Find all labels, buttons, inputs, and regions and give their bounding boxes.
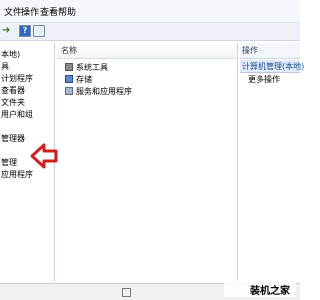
tree-item-system-tools[interactable]: 具 [1,61,9,73]
menu-bar: 文件 操作 查看 帮助 [0,0,300,23]
actions-pane: 操作 计算机管理(本地) 更多操作 [240,43,304,282]
menu-action[interactable]: 操作 [21,5,39,18]
list-item-storage[interactable]: 存储 [65,74,92,85]
tree-item-device-manager[interactable]: 管理器 [1,133,25,145]
pointer-arrow-icon-svg [30,143,58,169]
tree-item-task-scheduler[interactable]: 计划程序 [1,73,33,85]
content-pane: 名称 系统工具 存储 服务和应用程序 [57,43,238,282]
tree-item-event-viewer[interactable]: 查看器 [1,85,25,97]
back-arrow-icon[interactable]: ➜ [2,25,12,37]
list-item-label: 系统工具 [76,63,108,72]
list-item-system-tools[interactable]: 系统工具 [65,62,108,73]
menu-view[interactable]: 查看 [40,5,58,18]
pointer-arrow-icon [30,143,58,169]
tree-item-local-users[interactable]: 用户和组 [1,109,33,121]
list-item-label: 服务和应用程序 [76,87,132,96]
actions-selected-item[interactable]: 计算机管理(本地) [240,60,304,73]
tree-root[interactable]: 本地) [1,49,21,61]
list-item-label: 存储 [76,75,92,84]
actions-title: 操作 [242,46,258,55]
watermark: 装机之家 [224,281,296,297]
storage-icon [65,75,73,83]
menu-help[interactable]: 帮助 [58,5,76,18]
tree-item-disk-management[interactable]: 管理 [1,157,17,169]
services-icon [65,87,73,95]
actions-selected-label: 计算机管理(本地) [242,62,305,71]
more-actions-link[interactable]: 更多操作 [248,74,280,85]
list-item-services-and-applications[interactable]: 服务和应用程序 [65,86,132,97]
scrollbar-thumb[interactable] [122,288,131,297]
tree-item-shared-folders[interactable]: 文件夹 [1,97,25,109]
tree-item-services-applications[interactable]: 应用程序 [1,169,33,181]
tools-icon [65,63,73,71]
menu-file[interactable]: 文件 [4,5,22,18]
watermark-text: 装机之家 [250,286,290,297]
actions-header: 操作 [240,43,300,59]
toolbar: ➜ ? [0,23,300,41]
name-column-header[interactable]: 名称 [57,43,237,59]
help-icon[interactable]: ? [19,25,31,37]
name-column-label: 名称 [61,46,77,55]
console-icon[interactable] [33,25,45,37]
